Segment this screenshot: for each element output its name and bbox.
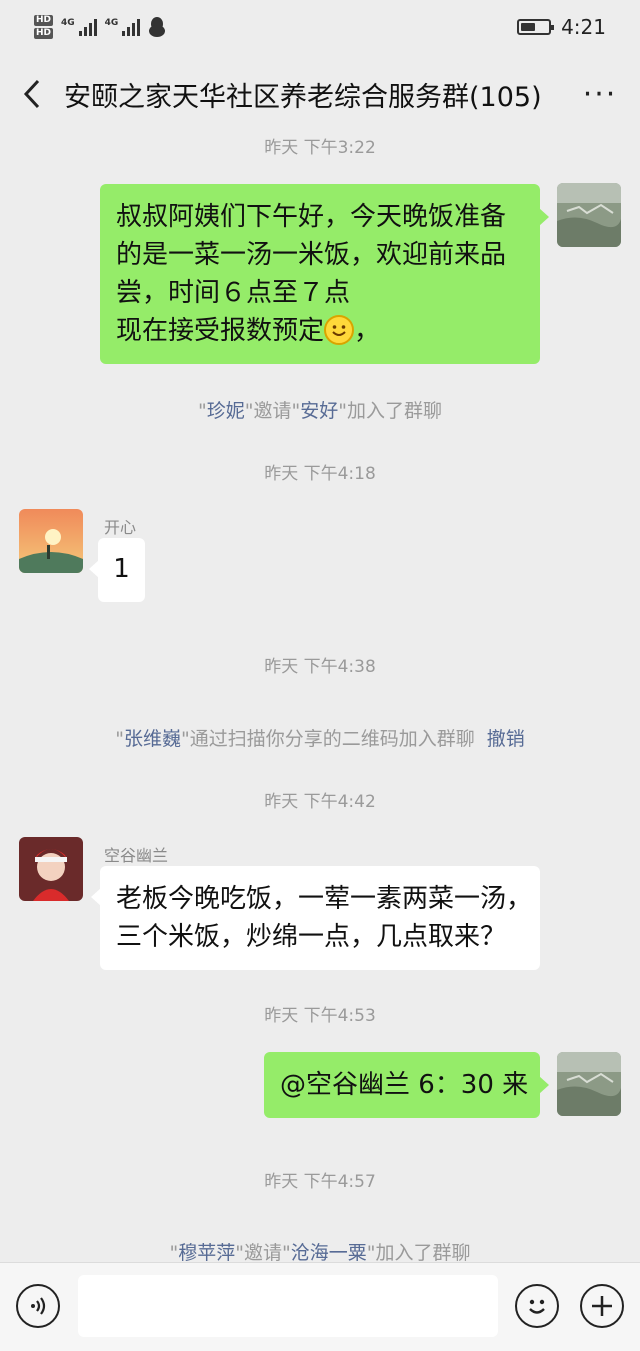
timestamp: 昨天 下午3:22: [264, 138, 376, 158]
message-line: 现在接受报数预定 ，: [116, 312, 524, 350]
timestamp: 昨天 下午4:18: [264, 464, 376, 484]
avatar-sender-kaixin[interactable]: [19, 509, 83, 573]
status-bar: HD HD 4G 4G 4:21: [0, 0, 640, 54]
back-button[interactable]: [0, 60, 64, 128]
message-line: 的是一菜一汤一米饭，欢迎前来品: [116, 240, 507, 270]
timestamp: 昨天 下午4:38: [264, 657, 376, 677]
member-name-link[interactable]: 珍妮: [207, 400, 245, 422]
message-bubble-other[interactable]: 1: [89, 538, 145, 602]
voice-button[interactable]: [16, 1284, 60, 1328]
plus-icon: [592, 1296, 612, 1316]
signal-icon-2: 4G: [105, 18, 141, 36]
voice-icon: [31, 1297, 46, 1315]
timestamp: 昨天 下午4:57: [264, 1172, 376, 1192]
message-line: 叔叔阿姨们下午好，今天晚饭准备: [116, 202, 507, 232]
smile-emoji-icon: [324, 315, 355, 345]
member-name-link[interactable]: 穆苹萍: [178, 1242, 235, 1264]
more-functions-button[interactable]: [580, 1284, 624, 1328]
message-bubble-self[interactable]: 叔叔阿姨们下午好，今天晚饭准备 的是一菜一汤一米饭，欢迎前来品 尝，时间６点至７…: [100, 184, 549, 364]
chat-title: 安颐之家天华社区养老综合服务群(105): [64, 81, 542, 113]
message-line: 老板今晚吃饭，一荤一素两菜一汤，: [116, 884, 533, 914]
more-button[interactable]: ···: [560, 60, 640, 128]
avatar-self[interactable]: [557, 183, 621, 247]
hd-badge-2: HD: [34, 28, 54, 39]
message-text: 现在接受报数预定: [116, 316, 325, 346]
more-dots-icon: ···: [582, 76, 618, 112]
signal-icon-1: 4G: [61, 18, 97, 36]
member-name-link[interactable]: 张维巍: [124, 728, 181, 750]
hd-badge-1: HD: [34, 15, 54, 26]
message-bubble-other[interactable]: 老板今晚吃饭，一荤一素两菜一汤， 三个米饭，炒绵一点，几点取来？: [91, 866, 540, 970]
member-name-link[interactable]: 沧海一粟: [291, 1242, 367, 1264]
system-message: "穆苹萍"邀请"沧海一粟"加入了群聊: [169, 1242, 471, 1264]
system-message: "珍妮"邀请"安好"加入了群聊: [197, 400, 442, 422]
sender-name: 空谷幽兰: [104, 846, 169, 865]
sender-name: 开心: [104, 518, 137, 537]
message-input[interactable]: [78, 1275, 498, 1337]
clock-time: 4:21: [561, 15, 606, 39]
battery-icon: [517, 19, 555, 35]
avatar-sender-konggu[interactable]: [19, 837, 83, 901]
member-name-link[interactable]: 安好: [300, 400, 338, 422]
message-bubble-self[interactable]: @空谷幽兰 6：30 来: [264, 1052, 549, 1118]
message-line: 尝，时间６点至７点: [116, 278, 351, 308]
message-text: @空谷幽兰 6：30 来: [280, 1070, 529, 1100]
emoji-button[interactable]: [515, 1284, 559, 1328]
timestamp: 昨天 下午4:53: [264, 1006, 376, 1026]
chevron-left-icon: [23, 79, 40, 109]
system-message: "张维巍"通过扫描你分享的二维码加入群聊 撤销: [115, 728, 525, 750]
emoji-icon: [529, 1299, 545, 1314]
message-text: 1: [113, 554, 130, 584]
input-bar: [0, 1262, 640, 1351]
chat-header: 安颐之家天华社区养老综合服务群(105) ···: [0, 60, 640, 128]
avatar-self[interactable]: [557, 1052, 621, 1116]
hd-indicators: HD HD: [34, 15, 54, 39]
message-text: ，: [354, 316, 381, 346]
timestamp: 昨天 下午4:42: [264, 792, 376, 812]
network-type-1: 4G: [61, 18, 75, 28]
revoke-link[interactable]: 撤销: [487, 728, 525, 750]
qq-penguin-icon: [149, 17, 166, 37]
message-line: 三个米饭，炒绵一点，几点取来？: [116, 922, 507, 952]
network-type-2: 4G: [104, 18, 119, 28]
